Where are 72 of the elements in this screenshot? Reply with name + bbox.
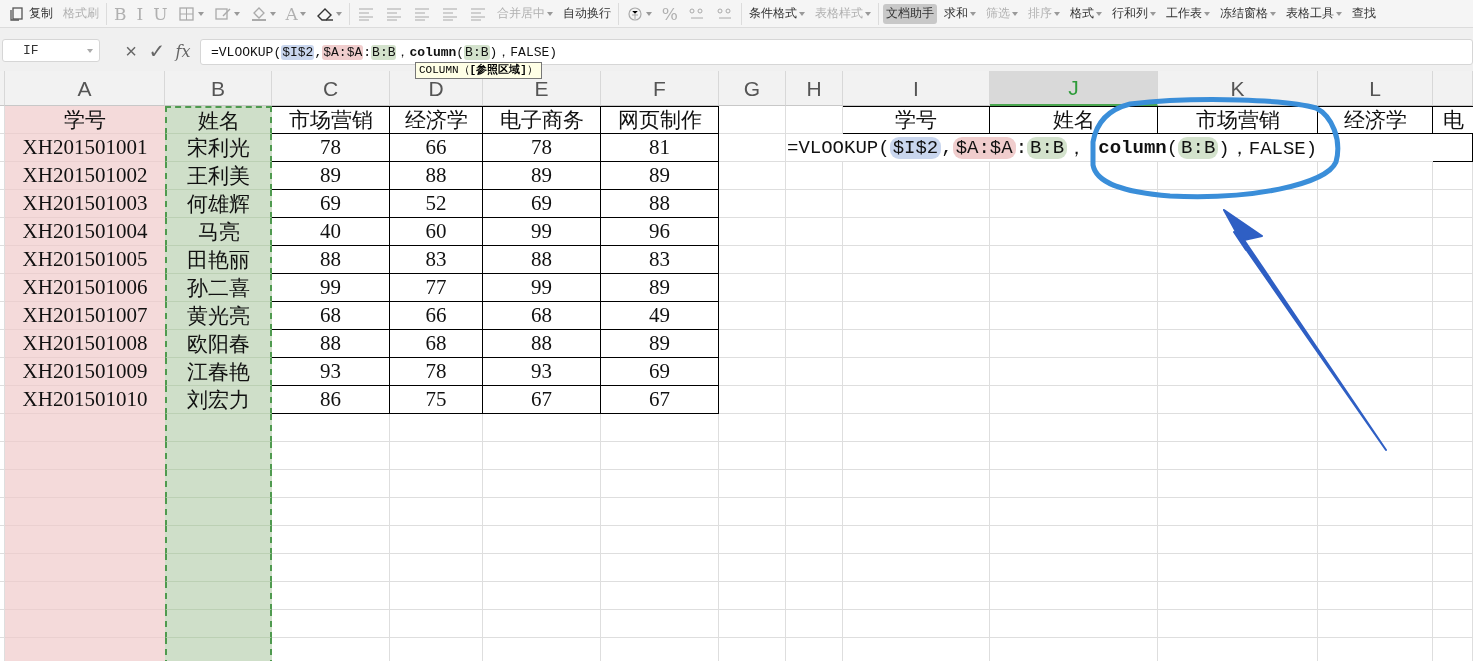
table-cell: 99: [483, 218, 601, 246]
table-cell: 89: [601, 330, 719, 358]
table-cell: 宋利光: [165, 134, 272, 162]
table-cell: 77: [390, 274, 483, 302]
table-cell: 88: [483, 330, 601, 358]
table-cell: 网页制作: [601, 106, 719, 134]
table-cell: 67: [601, 386, 719, 414]
table-cell: XH201501006: [5, 274, 165, 302]
table-cell: 88: [390, 162, 483, 190]
table-cell: 93: [483, 358, 601, 386]
table-cell: 66: [390, 134, 483, 162]
table-cell: 93: [272, 358, 390, 386]
table-cell: 市场营销: [1158, 106, 1318, 134]
table-cell: 68: [272, 302, 390, 330]
table-cell: 电: [1433, 106, 1473, 134]
table-cell: 96: [601, 218, 719, 246]
table-cell: 市场营销: [272, 106, 390, 134]
table-cell: XH201501005: [5, 246, 165, 274]
table-cell: 何雄辉: [165, 190, 272, 218]
table-cell: 黄光亮: [165, 302, 272, 330]
table-cell: XH201501001: [5, 134, 165, 162]
table-cell: 69: [601, 358, 719, 386]
table-cell: 99: [483, 274, 601, 302]
table-cell: 马亮: [165, 218, 272, 246]
table-cell: 经济学: [390, 106, 483, 134]
table-cell: XH201501007: [5, 302, 165, 330]
table-cell: 88: [272, 246, 390, 274]
table-cell: 89: [272, 162, 390, 190]
function-tooltip: COLUMN（[参照区域]）: [415, 62, 542, 79]
table-cell: 78: [483, 134, 601, 162]
table-cell: 99: [272, 274, 390, 302]
table-cell: 孙二喜: [165, 274, 272, 302]
table-cell: XH201501009: [5, 358, 165, 386]
table-cell: 83: [390, 246, 483, 274]
table-cell: 49: [601, 302, 719, 330]
table-cell: XH201501003: [5, 190, 165, 218]
table-cell: 40: [272, 218, 390, 246]
table-cell: 刘宏力: [165, 386, 272, 414]
table-cell: 89: [601, 162, 719, 190]
table-cell: 68: [390, 330, 483, 358]
table-cell: 欧阳春: [165, 330, 272, 358]
table-cell: 78: [272, 134, 390, 162]
table-cell: 88: [601, 190, 719, 218]
table-cell: XH201501010: [5, 386, 165, 414]
table-cell: 66: [390, 302, 483, 330]
table-cell: 60: [390, 218, 483, 246]
table-cell: XH201501004: [5, 218, 165, 246]
table-cell: 88: [272, 330, 390, 358]
table-cell: 江春艳: [165, 358, 272, 386]
table-cell: 83: [601, 246, 719, 274]
table-cell: 经济学: [1318, 106, 1433, 134]
table-cell: 姓名: [990, 106, 1158, 134]
table-cell: 89: [483, 162, 601, 190]
table-cell: 81: [601, 134, 719, 162]
table-cell: 69: [272, 190, 390, 218]
table-cell: 学号: [5, 106, 165, 134]
table-cell: 王利美: [165, 162, 272, 190]
table-cell: 姓名: [165, 106, 272, 134]
table-cell: XH201501002: [5, 162, 165, 190]
table-cell: 75: [390, 386, 483, 414]
table-cell: 89: [601, 274, 719, 302]
table-cell: 86: [272, 386, 390, 414]
table-cell: 67: [483, 386, 601, 414]
table-cell: 学号: [843, 106, 990, 134]
table-cell: 88: [483, 246, 601, 274]
table-cell: 78: [390, 358, 483, 386]
table-cell: 68: [483, 302, 601, 330]
table-cell: 52: [390, 190, 483, 218]
table-cell: 电子商务: [483, 106, 601, 134]
table-cell: 田艳丽: [165, 246, 272, 274]
table-cell: 69: [483, 190, 601, 218]
table-cell: XH201501008: [5, 330, 165, 358]
